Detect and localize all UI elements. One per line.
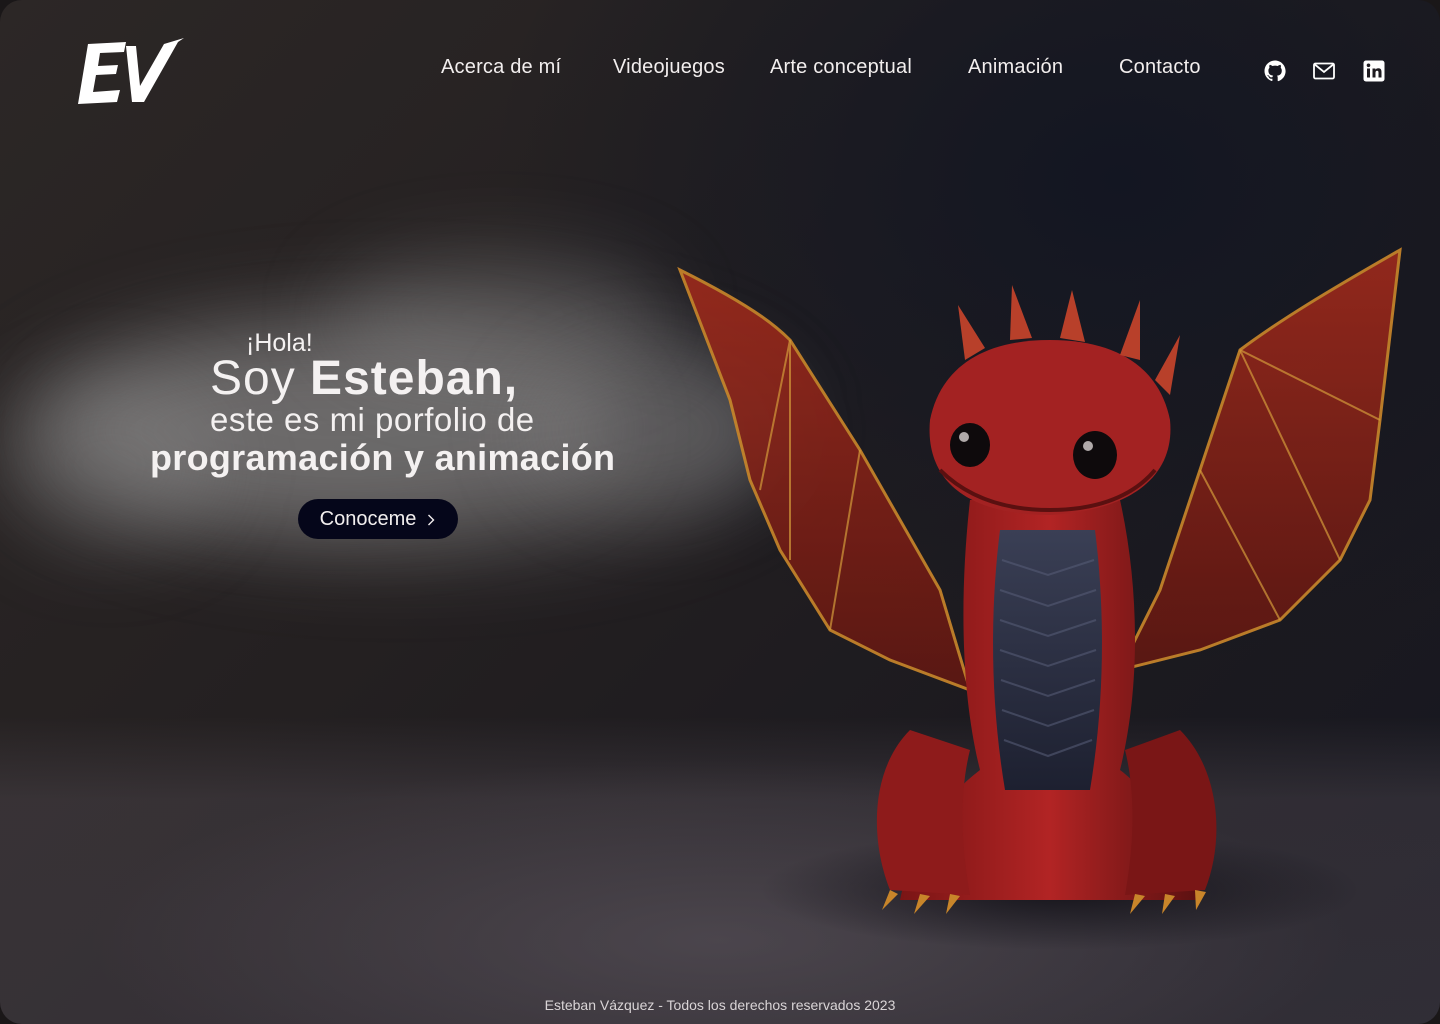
- nav-item-contact[interactable]: Contacto: [1119, 56, 1201, 79]
- nav-item-videogames[interactable]: Videojuegos: [613, 56, 725, 79]
- conoceme-button[interactable]: Conoceme: [298, 499, 458, 539]
- conoceme-label: Conoceme: [319, 507, 417, 530]
- dragon-illustration: [677, 247, 1402, 950]
- github-icon[interactable]: [1263, 59, 1287, 83]
- hero-name: Esteban,: [310, 352, 519, 405]
- mail-icon[interactable]: [1312, 59, 1336, 83]
- hero-subtitle: este es mi porfolio de: [210, 401, 535, 438]
- chevron-right-icon: [428, 514, 435, 526]
- hero-subtitle-bold: programación y animación: [150, 437, 616, 478]
- hero-intro: Soy Esteban,: [210, 351, 518, 406]
- nav-item-about[interactable]: Acerca de mí: [441, 56, 561, 79]
- nav-item-animation[interactable]: Animación: [968, 56, 1063, 79]
- footer-copyright: Esteban Vázquez - Todos los derechos res…: [544, 997, 896, 1013]
- hero-soy: Soy: [210, 352, 311, 405]
- page-frame: Acerca de mí Videojuegos Arte conceptual…: [0, 0, 1440, 1024]
- linkedin-icon[interactable]: [1362, 59, 1386, 83]
- nav-item-concept-art[interactable]: Arte conceptual: [770, 56, 912, 79]
- main-nav: Acerca de mí Videojuegos Arte conceptual…: [0, 56, 1440, 86]
